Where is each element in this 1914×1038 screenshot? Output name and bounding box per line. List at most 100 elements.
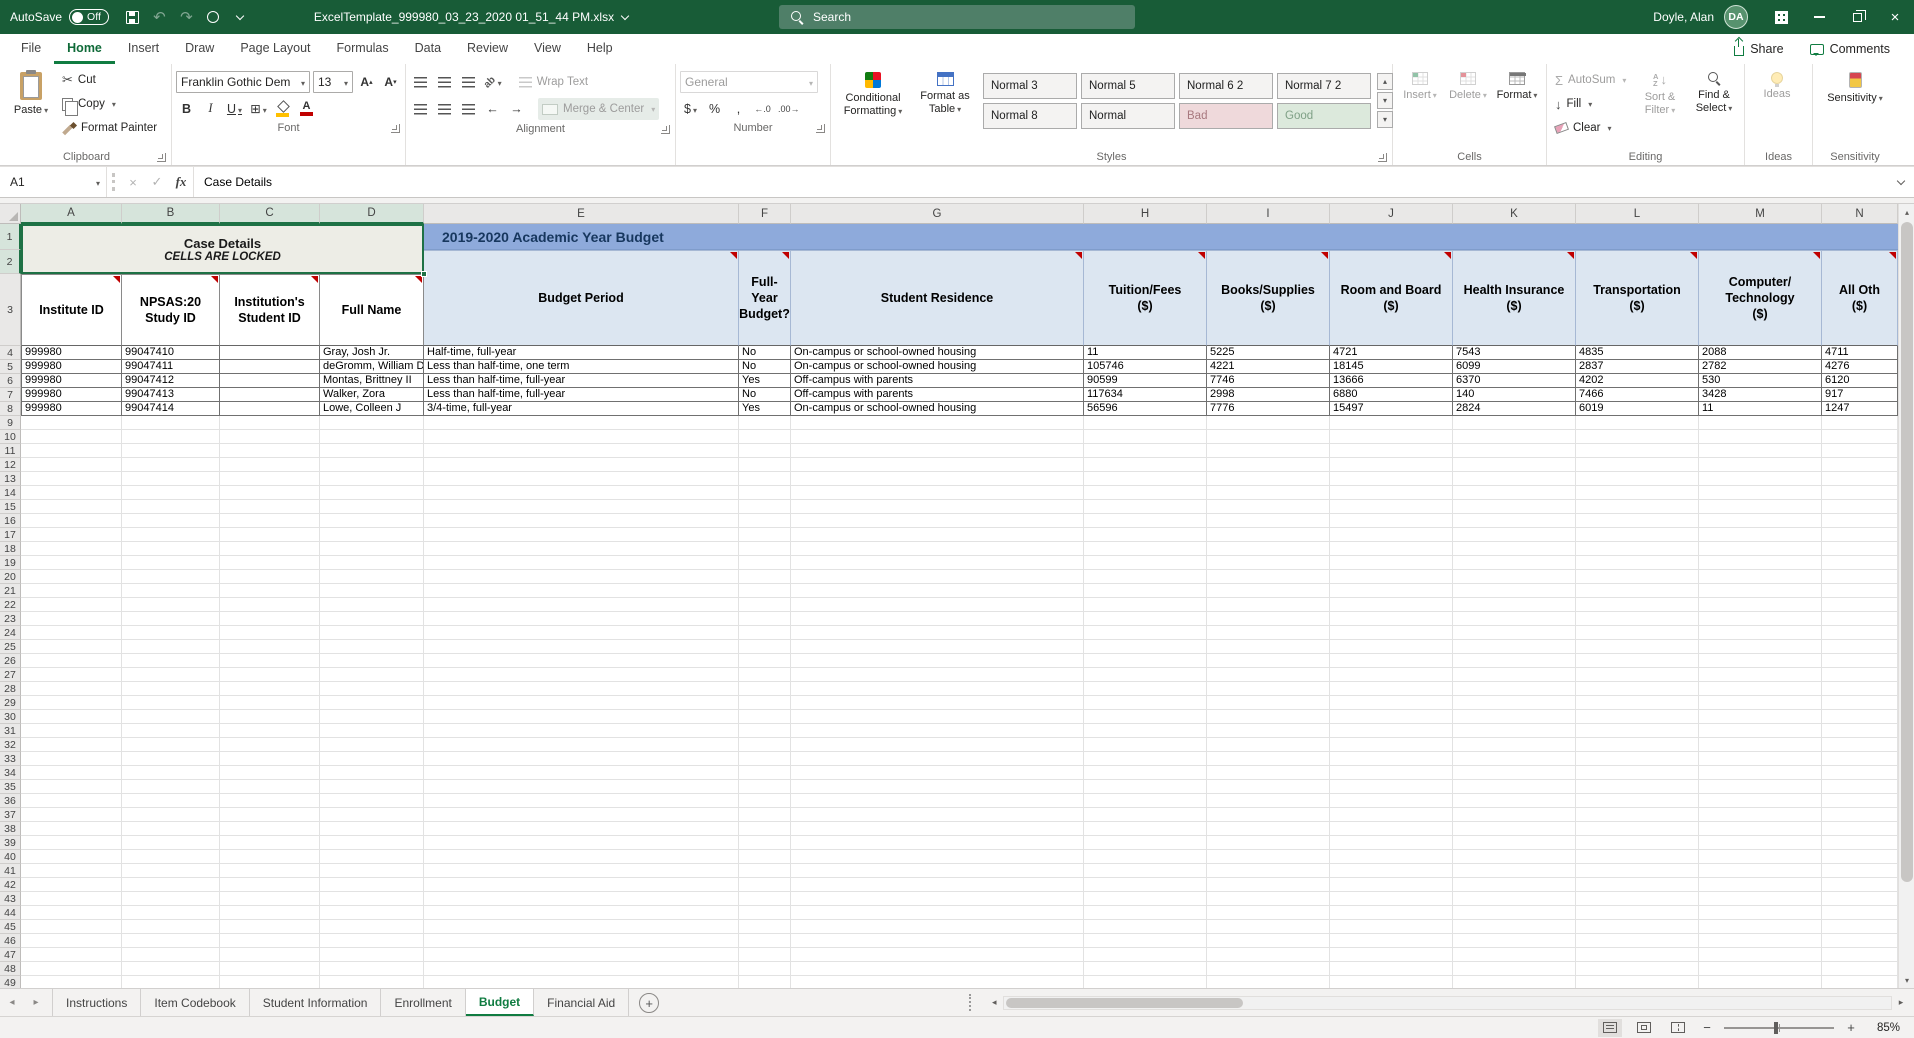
cell-D28[interactable] bbox=[320, 682, 424, 696]
cell-G49[interactable] bbox=[791, 976, 1084, 988]
cell-G13[interactable] bbox=[791, 472, 1084, 486]
column-header-L[interactable]: L bbox=[1576, 204, 1699, 224]
column-header-H[interactable]: H bbox=[1084, 204, 1207, 224]
cell-E32[interactable] bbox=[424, 738, 739, 752]
cell-C25[interactable] bbox=[220, 640, 320, 654]
cell-E6[interactable]: Less than half-time, full-year bbox=[424, 374, 739, 388]
cell-K19[interactable] bbox=[1453, 556, 1576, 570]
cell-I9[interactable] bbox=[1207, 416, 1330, 430]
cancel-button[interactable]: × bbox=[121, 167, 145, 197]
cell-M23[interactable] bbox=[1699, 612, 1822, 626]
cell-F22[interactable] bbox=[739, 598, 791, 612]
row-header-42[interactable]: 42 bbox=[0, 878, 21, 892]
cell-M12[interactable] bbox=[1699, 458, 1822, 472]
row-header-15[interactable]: 15 bbox=[0, 500, 21, 514]
cell-M33[interactable] bbox=[1699, 752, 1822, 766]
cell-E20[interactable] bbox=[424, 570, 739, 584]
cell-E48[interactable] bbox=[424, 962, 739, 976]
cell-B10[interactable] bbox=[122, 430, 220, 444]
row-header-27[interactable]: 27 bbox=[0, 668, 21, 682]
cell-M40[interactable] bbox=[1699, 850, 1822, 864]
cell-B27[interactable] bbox=[122, 668, 220, 682]
cell-M43[interactable] bbox=[1699, 892, 1822, 906]
cell-J4[interactable]: 4721 bbox=[1330, 346, 1453, 360]
cell-H10[interactable] bbox=[1084, 430, 1207, 444]
cell-C12[interactable] bbox=[220, 458, 320, 472]
cell-B37[interactable] bbox=[122, 808, 220, 822]
budget-banner-cell[interactable]: 2019-2020 Academic Year Budget bbox=[424, 224, 1898, 250]
cell-N25[interactable] bbox=[1822, 640, 1898, 654]
cell-G44[interactable] bbox=[791, 906, 1084, 920]
cell-D40[interactable] bbox=[320, 850, 424, 864]
percent-style-button[interactable]: % bbox=[704, 98, 725, 119]
cell-J16[interactable] bbox=[1330, 514, 1453, 528]
cell-M30[interactable] bbox=[1699, 710, 1822, 724]
cell-F15[interactable] bbox=[739, 500, 791, 514]
cell-K17[interactable] bbox=[1453, 528, 1576, 542]
align-middle-button[interactable] bbox=[434, 72, 455, 93]
cell-G4[interactable]: On-campus or school-owned housing bbox=[791, 346, 1084, 360]
cell-I34[interactable] bbox=[1207, 766, 1330, 780]
column-header-cell-full-name[interactable]: Full Name bbox=[320, 274, 424, 346]
vertical-scrollbar[interactable]: ▴ ▾ bbox=[1898, 204, 1914, 988]
case-details-merged-cell[interactable]: Case DetailsCELLS ARE LOCKED bbox=[21, 224, 424, 274]
insert-function-button[interactable]: fx bbox=[169, 167, 193, 197]
cell-L34[interactable] bbox=[1576, 766, 1699, 780]
sheet-tab-budget[interactable]: Budget bbox=[466, 989, 534, 1016]
decrease-decimal-button[interactable]: .00→ bbox=[776, 98, 802, 119]
cell-K43[interactable] bbox=[1453, 892, 1576, 906]
cell-G7[interactable]: Off-campus with parents bbox=[791, 388, 1084, 402]
cell-F23[interactable] bbox=[739, 612, 791, 626]
cell-N4[interactable]: 4711 bbox=[1822, 346, 1898, 360]
cell-I46[interactable] bbox=[1207, 934, 1330, 948]
page-break-view-button[interactable] bbox=[1666, 1019, 1690, 1037]
cell-N9[interactable] bbox=[1822, 416, 1898, 430]
cell-J30[interactable] bbox=[1330, 710, 1453, 724]
cell-L49[interactable] bbox=[1576, 976, 1699, 988]
cell-L12[interactable] bbox=[1576, 458, 1699, 472]
cell-C9[interactable] bbox=[220, 416, 320, 430]
cell-L17[interactable] bbox=[1576, 528, 1699, 542]
cell-J38[interactable] bbox=[1330, 822, 1453, 836]
cell-K40[interactable] bbox=[1453, 850, 1576, 864]
scroll-right-button[interactable]: ▸ bbox=[1892, 997, 1910, 1008]
decrease-indent-button[interactable]: ← bbox=[482, 99, 503, 120]
cell-E29[interactable] bbox=[424, 696, 739, 710]
cell-N47[interactable] bbox=[1822, 948, 1898, 962]
row-header-9[interactable]: 9 bbox=[0, 416, 21, 430]
cell-B26[interactable] bbox=[122, 654, 220, 668]
cell-B40[interactable] bbox=[122, 850, 220, 864]
cell-M42[interactable] bbox=[1699, 878, 1822, 892]
row-header-24[interactable]: 24 bbox=[0, 626, 21, 640]
cell-B9[interactable] bbox=[122, 416, 220, 430]
cell-B25[interactable] bbox=[122, 640, 220, 654]
normal-view-button[interactable] bbox=[1598, 1019, 1622, 1037]
row-header-45[interactable]: 45 bbox=[0, 920, 21, 934]
cell-B28[interactable] bbox=[122, 682, 220, 696]
cell-K42[interactable] bbox=[1453, 878, 1576, 892]
cell-J26[interactable] bbox=[1330, 654, 1453, 668]
cell-F13[interactable] bbox=[739, 472, 791, 486]
cell-C43[interactable] bbox=[220, 892, 320, 906]
cell-E41[interactable] bbox=[424, 864, 739, 878]
cell-N27[interactable] bbox=[1822, 668, 1898, 682]
cell-E14[interactable] bbox=[424, 486, 739, 500]
cell-A9[interactable] bbox=[21, 416, 122, 430]
cell-M48[interactable] bbox=[1699, 962, 1822, 976]
cell-K39[interactable] bbox=[1453, 836, 1576, 850]
cell-D7[interactable]: Walker, Zora bbox=[320, 388, 424, 402]
cell-H23[interactable] bbox=[1084, 612, 1207, 626]
cell-M11[interactable] bbox=[1699, 444, 1822, 458]
cell-E46[interactable] bbox=[424, 934, 739, 948]
cell-E19[interactable] bbox=[424, 556, 739, 570]
cell-G18[interactable] bbox=[791, 542, 1084, 556]
ribbon-tab-file[interactable]: File bbox=[8, 34, 54, 64]
cell-B43[interactable] bbox=[122, 892, 220, 906]
underline-button[interactable]: U bbox=[224, 98, 245, 119]
cell-M46[interactable] bbox=[1699, 934, 1822, 948]
cell-A42[interactable] bbox=[21, 878, 122, 892]
cell-M34[interactable] bbox=[1699, 766, 1822, 780]
customize-quick-access-button[interactable] bbox=[200, 4, 227, 31]
cell-K26[interactable] bbox=[1453, 654, 1576, 668]
copy-button[interactable]: Copy bbox=[58, 93, 161, 115]
